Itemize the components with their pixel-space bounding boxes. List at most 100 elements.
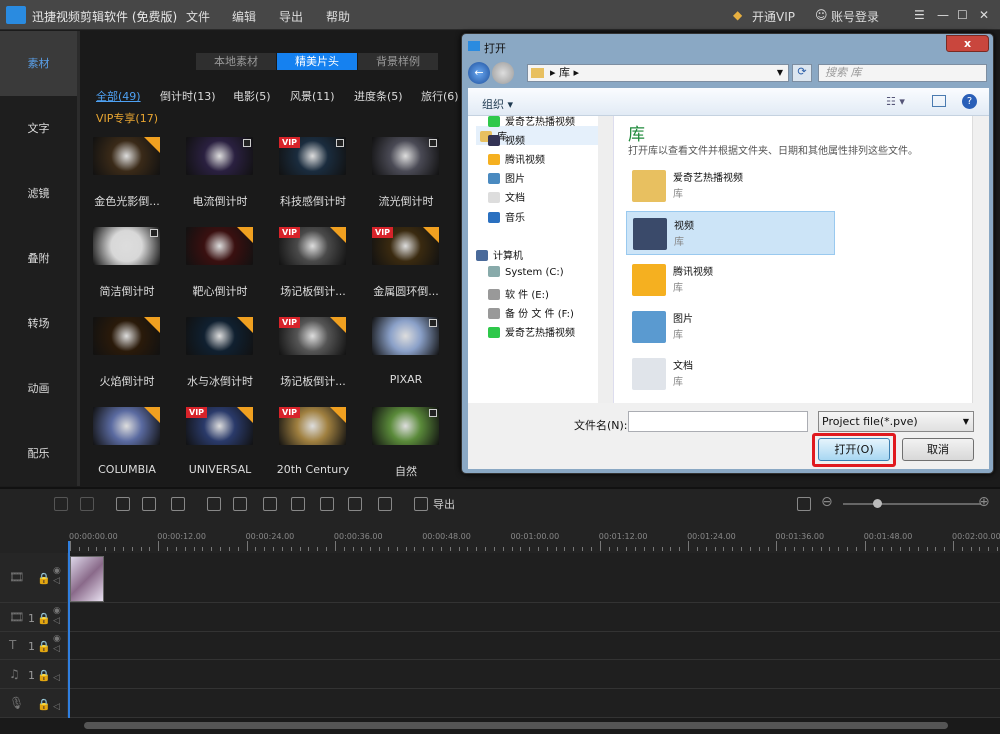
cancel-button[interactable]: 取消 <box>902 438 974 461</box>
maximize-button[interactable]: ☐ <box>957 8 968 22</box>
dialog-close-button[interactable]: x <box>946 35 989 52</box>
nav-item[interactable]: 腾讯视频 <box>488 151 545 166</box>
sidebar-item-1[interactable]: 文字 <box>0 96 77 161</box>
lock-icon[interactable]: 🔒 <box>37 640 51 653</box>
download-icon[interactable] <box>144 317 160 333</box>
zoom-in-icon[interactable]: ⊕ <box>978 494 990 510</box>
voiceover-icon[interactable] <box>378 497 392 511</box>
tab-intro-clips[interactable]: 精美片头 <box>277 53 357 70</box>
material-card[interactable]: VIP 科技感倒计时 <box>275 137 363 222</box>
filetype-select[interactable]: Project file(*.pve) ▼ <box>818 411 974 432</box>
material-thumbnail[interactable]: VIP <box>279 137 346 175</box>
material-thumbnail[interactable] <box>186 137 253 175</box>
category-2[interactable]: 电影(5) <box>233 88 271 104</box>
material-card[interactable]: 流光倒计时 <box>368 137 456 222</box>
download-icon[interactable] <box>144 407 160 423</box>
material-thumbnail[interactable]: VIP <box>279 407 346 445</box>
material-thumbnail[interactable] <box>372 317 439 355</box>
nav-item[interactable]: 爱奇艺热播视频 <box>488 324 575 339</box>
voice-track[interactable]: 🎙 🔒 ◁ <box>0 689 1000 718</box>
freeze-icon[interactable] <box>291 497 305 511</box>
material-card[interactable]: VIP 20th Century <box>275 407 363 492</box>
scrollbar-thumb[interactable] <box>84 722 948 729</box>
resize-icon[interactable] <box>233 497 247 511</box>
material-card[interactable]: VIP UNIVERSAL <box>182 407 270 492</box>
nav-item[interactable]: System (C:) <box>488 266 564 278</box>
download-icon[interactable] <box>237 407 253 423</box>
speed-icon[interactable] <box>320 497 334 511</box>
add-icon[interactable] <box>243 139 251 147</box>
material-thumbnail[interactable] <box>186 317 253 355</box>
nav-item[interactable]: 文档 <box>488 189 525 204</box>
lock-icon[interactable]: 🔒 <box>37 669 51 682</box>
forward-button[interactable] <box>492 62 514 84</box>
volume-icon[interactable]: ◁ <box>53 673 60 683</box>
menu-edit[interactable]: 编辑 <box>232 8 256 25</box>
volume-icon[interactable]: ◁ <box>53 644 60 654</box>
material-card[interactable]: 自然 <box>368 407 456 492</box>
add-icon[interactable] <box>429 139 437 147</box>
category-5[interactable]: 旅行(6) <box>421 88 459 104</box>
nav-item[interactable]: 软 件 (E:) <box>488 286 549 301</box>
volume-icon[interactable]: ◁ <box>53 616 60 626</box>
visibility-icon[interactable]: ◉ <box>53 566 61 576</box>
lock-icon[interactable]: 🔒 <box>37 572 51 585</box>
library-item[interactable]: 腾讯视频库 <box>626 258 835 302</box>
material-thumbnail[interactable]: VIP <box>186 407 253 445</box>
record-icon[interactable] <box>348 497 362 511</box>
menu-icon[interactable]: ☰ <box>914 8 925 22</box>
search-input[interactable]: 搜索 库 <box>818 64 987 82</box>
category-1[interactable]: 倒计时(13) <box>160 88 216 104</box>
material-card[interactable]: VIP 场记板倒计... <box>275 317 363 402</box>
tab-background-samples[interactable]: 背景样例 <box>358 53 438 70</box>
tab-local-material[interactable]: 本地素材 <box>196 53 276 70</box>
video-clip[interactable] <box>70 556 104 602</box>
fit-icon[interactable] <box>797 497 811 511</box>
library-item[interactable]: 文档库 <box>626 352 835 396</box>
download-icon[interactable] <box>330 317 346 333</box>
material-card[interactable]: VIP 金属圆环倒... <box>368 227 456 312</box>
sidebar-item-4[interactable]: 转场 <box>0 291 77 356</box>
view-options-icon[interactable]: ☷ ▾ <box>886 95 905 108</box>
nav-item[interactable]: 备 份 文 件 (F:) <box>488 305 574 320</box>
address-dropdown-icon[interactable]: ▼ <box>777 65 783 81</box>
back-button[interactable]: ← <box>468 62 490 84</box>
menu-help[interactable]: 帮助 <box>326 8 350 25</box>
video-track[interactable]: 🎞 🔒 ◁ ◉ <box>0 553 1000 603</box>
filename-input[interactable] <box>628 411 808 432</box>
visibility-icon[interactable]: ◉ <box>53 634 61 644</box>
lock-icon[interactable]: 🔒 <box>37 698 51 711</box>
help-icon[interactable]: ? <box>962 94 977 109</box>
material-thumbnail[interactable] <box>372 407 439 445</box>
sidebar-item-2[interactable]: 滤镜 <box>0 161 77 226</box>
mosaic-icon[interactable] <box>263 497 277 511</box>
minimize-button[interactable]: — <box>937 8 949 22</box>
material-card[interactable]: 简洁倒计时 <box>89 227 177 312</box>
download-icon[interactable] <box>237 317 253 333</box>
close-window-button[interactable]: ✕ <box>979 8 989 22</box>
category-3[interactable]: 风景(11) <box>290 88 335 104</box>
material-card[interactable]: 靶心倒计时 <box>182 227 270 312</box>
lock-icon[interactable]: 🔒 <box>37 612 51 625</box>
add-icon[interactable] <box>429 409 437 417</box>
material-thumbnail[interactable]: VIP <box>279 227 346 265</box>
playhead[interactable] <box>68 541 70 719</box>
sidebar-item-0[interactable]: 素材 <box>0 31 77 96</box>
download-icon[interactable] <box>330 407 346 423</box>
zoom-slider[interactable] <box>843 503 981 505</box>
nav-item[interactable]: 图片 <box>488 170 525 185</box>
download-icon[interactable] <box>423 227 439 243</box>
library-item[interactable]: 爱奇艺热播视频库 <box>626 164 835 208</box>
zoom-slider-handle[interactable] <box>873 499 882 508</box>
library-item[interactable]: 视频库 <box>626 211 835 255</box>
material-thumbnail[interactable] <box>93 137 160 175</box>
music-track[interactable]: ♫ 1 🔒 ◁ <box>0 660 1000 689</box>
material-thumbnail[interactable] <box>186 227 253 265</box>
add-icon[interactable] <box>336 139 344 147</box>
material-thumbnail[interactable] <box>93 407 160 445</box>
refresh-icon[interactable]: ⟳ <box>792 64 812 82</box>
timeline-scrollbar[interactable] <box>0 718 1000 734</box>
overlay-track[interactable]: 🎞 1 🔒 ◁ ◉ <box>0 603 1000 632</box>
export-button[interactable]: 导出 <box>433 496 455 512</box>
nav-item[interactable]: 计算机 <box>476 247 523 262</box>
